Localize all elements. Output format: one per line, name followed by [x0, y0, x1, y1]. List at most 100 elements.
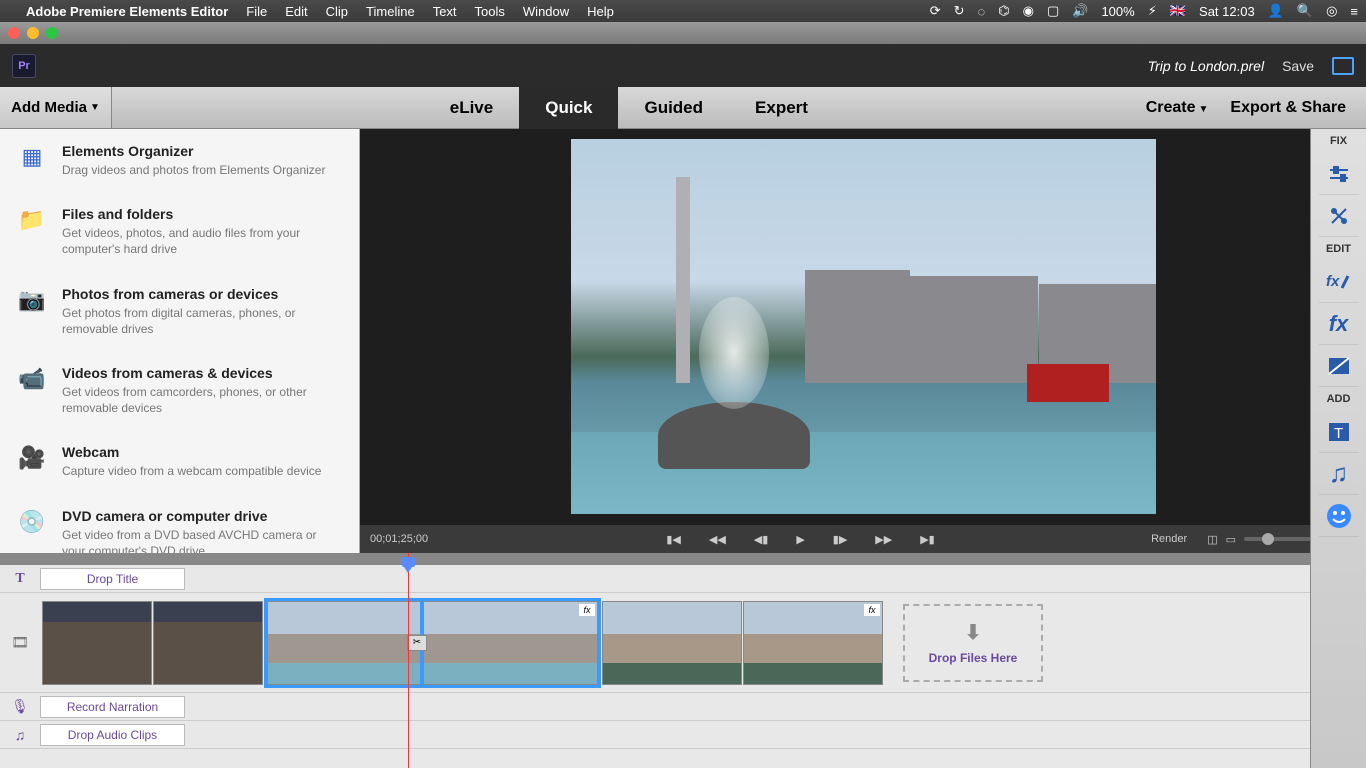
drop-files-zone[interactable]: ⬇ Drop Files Here	[903, 604, 1043, 682]
timeline-clip-1a[interactable]	[42, 601, 152, 685]
drop-title-zone[interactable]: Drop Title	[40, 568, 185, 590]
add-media-videos-camera[interactable]: 📹 Videos from cameras & devices Get vide…	[0, 351, 359, 430]
music-icon[interactable]: ♫	[1319, 453, 1359, 495]
menu-window[interactable]: Window	[523, 4, 569, 19]
timeline-clip-3b[interactable]: fx	[743, 601, 883, 685]
save-button[interactable]: Save	[1282, 58, 1314, 74]
title-track-icon[interactable]: T	[0, 571, 40, 587]
goto-start-button[interactable]: ▮◀	[666, 533, 681, 546]
export-share-button[interactable]: Export & Share	[1230, 99, 1346, 117]
menu-edit[interactable]: Edit	[285, 4, 307, 19]
playhead[interactable]	[408, 553, 409, 768]
add-media-dvd[interactable]: 💿 DVD camera or computer drive Get video…	[0, 494, 359, 554]
fast-forward-button[interactable]: ▶▶	[875, 533, 892, 546]
step-back-button[interactable]: ◀▮	[754, 533, 769, 546]
video-track-icon[interactable]: 🎞	[0, 634, 40, 651]
bluetooth-icon[interactable]: ⌬	[998, 3, 1009, 19]
menu-clip[interactable]: Clip	[326, 4, 348, 19]
tab-guided[interactable]: Guided	[618, 87, 729, 129]
transitions-icon[interactable]	[1319, 345, 1359, 387]
timemachine-icon[interactable]: ↻	[954, 3, 965, 19]
aspect-icon[interactable]: ▭	[1226, 533, 1236, 546]
adjust-sliders-icon[interactable]	[1319, 153, 1359, 195]
camcorder-icon: 📹	[16, 365, 48, 393]
wifi-icon[interactable]: ◉	[1023, 3, 1034, 19]
menu-tools[interactable]: Tools	[475, 4, 505, 19]
media-item-title: Files and folders	[62, 206, 343, 222]
window-zoom-button[interactable]	[46, 27, 58, 39]
app-name[interactable]: Adobe Premiere Elements Editor	[26, 4, 228, 19]
airplay-icon[interactable]: ▢	[1047, 3, 1059, 19]
microphone-icon[interactable]: 🎙	[0, 698, 40, 715]
battery-icon[interactable]: ⚡︎	[1148, 3, 1157, 19]
scissors-cut-icon[interactable]: ✂	[407, 635, 427, 651]
media-item-desc: Get videos, photos, and audio files from…	[62, 225, 343, 257]
sidebar-section-add: ADD	[1327, 387, 1351, 411]
menu-file[interactable]: File	[246, 4, 267, 19]
rewind-button[interactable]: ◀◀	[709, 533, 726, 546]
timeline-ruler[interactable]	[0, 553, 1366, 565]
drop-files-label: Drop Files Here	[929, 651, 1018, 665]
step-forward-button[interactable]: ▮▶	[833, 533, 848, 546]
video-track: 🎞 fx ✂ fx ⬇ Drop Files Here	[0, 593, 1366, 693]
fx-icon[interactable]: fx	[1319, 303, 1359, 345]
sync-icon[interactable]: ⟳	[930, 3, 941, 19]
timeline-clip-1b[interactable]	[153, 601, 263, 685]
menu-help[interactable]: Help	[587, 4, 614, 19]
timeline-clip-2a[interactable]	[267, 601, 422, 685]
spotlight-icon[interactable]: 🔍	[1297, 3, 1313, 19]
siri-icon[interactable]: ◎	[1326, 3, 1337, 19]
svg-text:T: T	[1334, 425, 1343, 442]
audio-track: ♫ Drop Audio Clips	[0, 721, 1366, 749]
add-media-webcam[interactable]: 🎥 Webcam Capture video from a webcam com…	[0, 430, 359, 493]
organizer-grid-icon: ▦	[16, 143, 48, 171]
music-note-icon[interactable]: ♫	[0, 727, 40, 743]
add-media-elements-organizer[interactable]: ▦ Elements Organizer Drag videos and pho…	[0, 129, 359, 192]
window-close-button[interactable]	[8, 27, 20, 39]
chevron-down-icon: ▼	[90, 102, 100, 113]
tab-elive[interactable]: eLive	[424, 87, 519, 129]
battery-percent[interactable]: 100%	[1101, 4, 1134, 19]
tab-expert[interactable]: Expert	[729, 87, 834, 129]
safe-margins-icon[interactable]: ◫	[1207, 533, 1217, 546]
input-flag[interactable]: 🇬🇧	[1170, 3, 1186, 19]
graphics-smiley-icon[interactable]	[1319, 495, 1359, 537]
timeline-clip-3a[interactable]	[602, 601, 742, 685]
create-button[interactable]: Create▼	[1146, 99, 1209, 117]
add-media-photos-camera[interactable]: 📷 Photos from cameras or devices Get pho…	[0, 272, 359, 351]
video-frame[interactable]	[571, 139, 1156, 514]
add-media-panel: ▦ Elements Organizer Drag videos and pho…	[0, 129, 360, 553]
titles-text-icon[interactable]: T	[1319, 411, 1359, 453]
add-media-files-folders[interactable]: 📁 Files and folders Get videos, photos, …	[0, 192, 359, 271]
render-button[interactable]: Render	[1141, 533, 1197, 545]
tools-wrench-icon[interactable]	[1319, 195, 1359, 237]
messages-icon[interactable]: ◌	[978, 4, 986, 19]
fx-badge-icon: fx	[579, 604, 595, 616]
timeline-clip-2b[interactable]: fx	[423, 601, 598, 685]
notification-center-icon[interactable]: ≡	[1350, 4, 1358, 19]
user-icon[interactable]: 👤	[1268, 3, 1284, 19]
video-preview-area	[360, 129, 1366, 525]
tab-quick[interactable]: Quick	[519, 87, 618, 129]
effects-brush-icon[interactable]: fx	[1319, 261, 1359, 303]
menu-text[interactable]: Text	[433, 4, 457, 19]
window-minimize-button[interactable]	[27, 27, 39, 39]
volume-icon[interactable]: 🔊	[1072, 3, 1088, 19]
app-logo-icon: Pr	[12, 54, 36, 78]
timecode-display[interactable]: 00;01;25;00	[370, 533, 460, 545]
media-item-desc: Get videos from camcorders, phones, or o…	[62, 384, 343, 416]
drop-audio-zone[interactable]: Drop Audio Clips	[40, 724, 185, 746]
add-media-button[interactable]: Add Media▼	[0, 87, 112, 128]
media-item-desc: Capture video from a webcam compatible d…	[62, 463, 343, 479]
playback-controlbar: 00;01;25;00 ▮◀ ◀◀ ◀▮ ▶ ▮▶ ▶▶ ▶▮ Render ◫…	[360, 525, 1366, 553]
record-narration-zone[interactable]: Record Narration	[40, 696, 185, 718]
menu-timeline[interactable]: Timeline	[366, 4, 415, 19]
play-button[interactable]: ▶	[796, 533, 804, 546]
clock[interactable]: Sat 12:03	[1199, 4, 1255, 19]
chevron-down-icon: ▼	[1199, 104, 1209, 115]
camera-icon: 📷	[16, 286, 48, 314]
title-track: T Drop Title	[0, 565, 1366, 593]
dvd-icon: 💿	[16, 508, 48, 536]
fullscreen-icon[interactable]	[1332, 57, 1354, 75]
goto-end-button[interactable]: ▶▮	[920, 533, 935, 546]
